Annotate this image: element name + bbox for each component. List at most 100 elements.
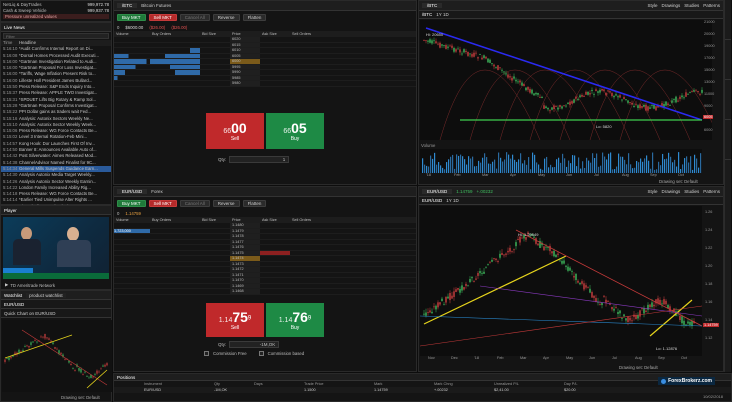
ladder-price[interactable]: 1.1470 [230,278,260,283]
ladder-sell-orders[interactable] [290,229,340,234]
top-sell-mkt-button[interactable]: Sell MKT [148,14,177,21]
ladder-price[interactable]: 6005 [230,53,260,58]
top-sell-tile[interactable]: 6600 Sell [206,113,264,149]
top-chart-symbol[interactable]: /BTC [422,3,443,8]
ladder-sell-orders[interactable] [290,245,340,250]
ladder-buy-orders[interactable] [150,284,200,289]
bottom-sell-mkt-button[interactable]: Sell MKT [148,200,177,207]
ladder-sell-orders[interactable] [290,289,340,294]
ladder-sell-orders[interactable] [290,37,340,42]
ladder-price[interactable]: 1.1469 [230,283,260,288]
ladder-buy-orders[interactable] [150,43,200,48]
bottom-drawings-button[interactable]: Drawings [661,189,680,194]
quick-chart[interactable] [2,320,112,392]
ladder-sell-orders[interactable] [290,267,340,272]
ladder-buy-orders[interactable] [150,37,200,42]
ladder-buy-orders[interactable] [150,59,200,64]
ladder-buy-orders[interactable] [150,289,200,294]
ladder-buy-orders[interactable] [150,53,200,58]
ladder-buy-orders[interactable] [150,278,200,283]
top-buy-mkt-button[interactable]: Buy MKT [117,14,146,21]
bottom-chart-symbol[interactable]: EUR/USD [422,189,453,194]
top-drawings-button[interactable]: Drawings [661,3,680,8]
ladder-buy-orders[interactable] [150,223,200,228]
ladder-buy-orders[interactable] [150,251,200,256]
top-cancel-all-button[interactable]: Cancel All [179,14,210,21]
ladder-sell-orders[interactable] [290,278,340,283]
ladder-price[interactable]: 6015 [230,42,260,47]
ladder-buy-orders[interactable] [150,48,200,53]
commission-based-checkbox[interactable] [258,351,264,356]
bottom-buy-mkt-button[interactable]: Buy MKT [117,200,146,207]
ladder-price[interactable]: 6010 [230,48,260,53]
bottom-trade-symbol[interactable]: EUR/USD [117,189,148,194]
ladder-sell-orders[interactable] [290,81,340,86]
top-price-ladder[interactable]: 6020 6015 6010 6005 6000 5995 5990 5985 5980 [114,37,416,89]
ladder-buy-orders[interactable] [150,240,200,245]
ladder-sell-orders[interactable] [290,234,340,239]
top-style-button[interactable]: Style [647,3,657,8]
ladder-row[interactable]: 1.1468 [114,289,416,295]
commission-checkbox[interactable] [204,351,209,356]
ladder-sell-orders[interactable] [290,240,340,245]
ladder-price[interactable]: 1.1478 [230,234,260,239]
ladder-price[interactable]: 5990 [230,70,260,75]
bottom-buy-tile[interactable]: 1.14769 Buy [266,303,324,337]
ladder-sell-orders[interactable] [290,59,340,64]
top-flatten-button[interactable]: Flatten [242,14,267,21]
ladder-buy-orders[interactable] [150,245,200,250]
ladder-buy-orders[interactable] [150,81,200,86]
ladder-price[interactable]: 5985 [230,75,260,80]
ladder-buy-orders[interactable] [150,267,200,272]
right-sidebar[interactable] [724,0,731,372]
ladder-price[interactable]: 1.1479 [230,228,260,233]
ladder-price[interactable]: 1.1473 [230,261,260,266]
ladder-price[interactable]: 1.1468 [230,289,260,294]
ladder-sell-orders[interactable] [290,54,340,59]
ladder-buy-orders[interactable] [150,262,200,267]
ladder-sell-orders[interactable] [290,76,340,81]
ladder-sell-orders[interactable] [290,256,340,261]
ladder-price[interactable]: 1.1480 [230,223,260,228]
bottom-price-chart[interactable]: Hi: 1.25549 Lo: 1.12876 [420,206,702,356]
ladder-buy-orders[interactable] [150,70,200,75]
bottom-sell-tile[interactable]: 1.14759 Sell [206,303,264,337]
ladder-sell-orders[interactable] [290,251,340,256]
ladder-row[interactable]: 5980 [114,81,416,87]
top-reverse-button[interactable]: Reverse [212,14,240,21]
ladder-sell-orders[interactable] [290,70,340,75]
ladder-sell-orders[interactable] [290,284,340,289]
top-trade-symbol[interactable]: /ETC [117,3,138,8]
ladder-price[interactable]: 1.1471 [230,272,260,277]
top-qty-input[interactable]: 1 [229,156,290,163]
ladder-sell-orders[interactable] [290,48,340,53]
bottom-patterns-button[interactable]: Patterns [703,189,720,194]
ladder-sell-orders[interactable] [290,65,340,70]
ladder-sell-orders[interactable] [290,262,340,267]
watchlist-symbol[interactable]: EUR/USD [4,302,24,307]
ladder-price[interactable]: 1.1477 [230,239,260,244]
ladder-buy-orders[interactable] [150,234,200,239]
ladder-sell-orders[interactable] [290,43,340,48]
bottom-qty-input[interactable]: -1M,OK [229,341,280,348]
ladder-price[interactable]: 1.1474 [230,256,260,261]
ladder-buy-orders[interactable] [150,256,200,261]
ladder-price[interactable]: 6020 [230,37,260,42]
ladder-price[interactable]: 6000 [230,59,260,64]
ladder-price[interactable]: 1.1476 [230,245,260,250]
top-patterns-button[interactable]: Patterns [703,3,720,8]
play-icon[interactable]: ▶ [5,282,8,288]
top-studies-button[interactable]: Studies [684,3,699,8]
watchlist-search-field[interactable]: product watchlist [26,292,66,298]
ladder-price[interactable]: 5995 [230,64,260,69]
top-buy-tile[interactable]: 6605 Buy [266,113,324,149]
ladder-buy-orders[interactable] [150,273,200,278]
ladder-sell-orders[interactable] [290,273,340,278]
ladder-sell-orders[interactable] [290,223,340,228]
ladder-buy-orders[interactable] [150,76,200,81]
bottom-price-ladder[interactable]: 1.1480 1,723,000 1.1479 1.1478 1.1477 1.1476 1… [114,223,416,295]
ladder-price[interactable]: 5980 [230,81,260,86]
bottom-style-button[interactable]: Style [647,189,657,194]
ladder-price[interactable]: 1.1475 [230,250,260,255]
top-price-chart[interactable]: Hi: 20650 Lo: 5820 [420,20,712,140]
